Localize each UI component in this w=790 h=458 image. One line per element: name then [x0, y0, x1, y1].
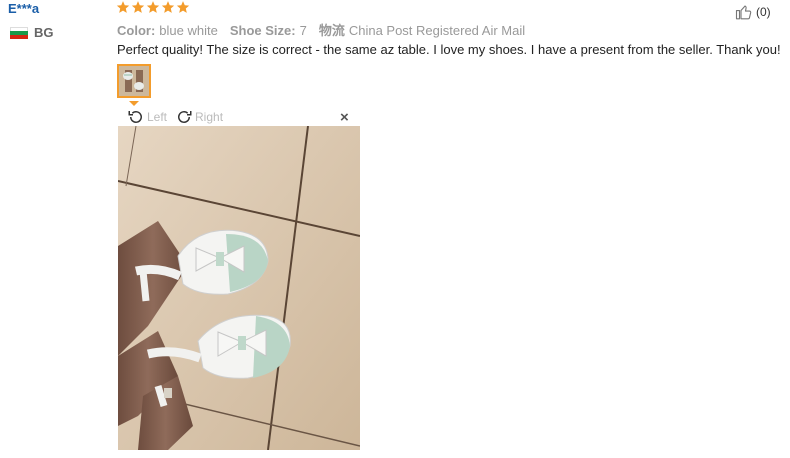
size-value: 7: [299, 23, 307, 38]
star-icon: [176, 1, 190, 13]
star-icon: [131, 1, 145, 13]
thumbnail-image: [119, 66, 149, 96]
star-icon: [146, 1, 160, 13]
color-value: blue white: [159, 23, 218, 38]
rotate-right-button[interactable]: Right: [175, 108, 223, 126]
rotate-left-icon: [128, 110, 142, 123]
star-icon: [161, 1, 175, 13]
helpful-button[interactable]: (0): [735, 3, 771, 21]
reviewer-name: E***a: [8, 1, 40, 16]
thumbnail-pointer: [129, 101, 139, 106]
photo-viewer-toolbar: Left Right: [118, 107, 360, 126]
star-rating: [116, 0, 190, 14]
review-text: Perfect quality! The size is correct - t…: [117, 42, 781, 57]
review-photo-thumbnail[interactable]: [117, 64, 151, 98]
rotate-right-icon: [178, 110, 192, 123]
country-code: BG: [34, 25, 54, 40]
bulgaria-flag-icon: [10, 26, 28, 39]
close-viewer-button[interactable]: ×: [340, 110, 349, 125]
review-photo-large: [118, 126, 360, 450]
rotate-right-label: Right: [195, 109, 224, 124]
rotate-left-label: Left: [147, 109, 168, 124]
star-icon: [116, 1, 130, 13]
reviewer-country: BG: [10, 25, 54, 40]
thumbs-up-icon: [735, 5, 752, 20]
color-label: Color:: [117, 23, 156, 38]
rotate-left-button[interactable]: Left: [127, 108, 167, 126]
helpful-count: (0): [756, 5, 771, 19]
shipping-label: 物流: [318, 23, 345, 38]
size-label: Shoe Size:: [229, 23, 296, 38]
order-attributes: Color: blue white Shoe Size: 7 物流 China …: [117, 20, 525, 39]
shipping-value: China Post Registered Air Mail: [348, 23, 526, 38]
